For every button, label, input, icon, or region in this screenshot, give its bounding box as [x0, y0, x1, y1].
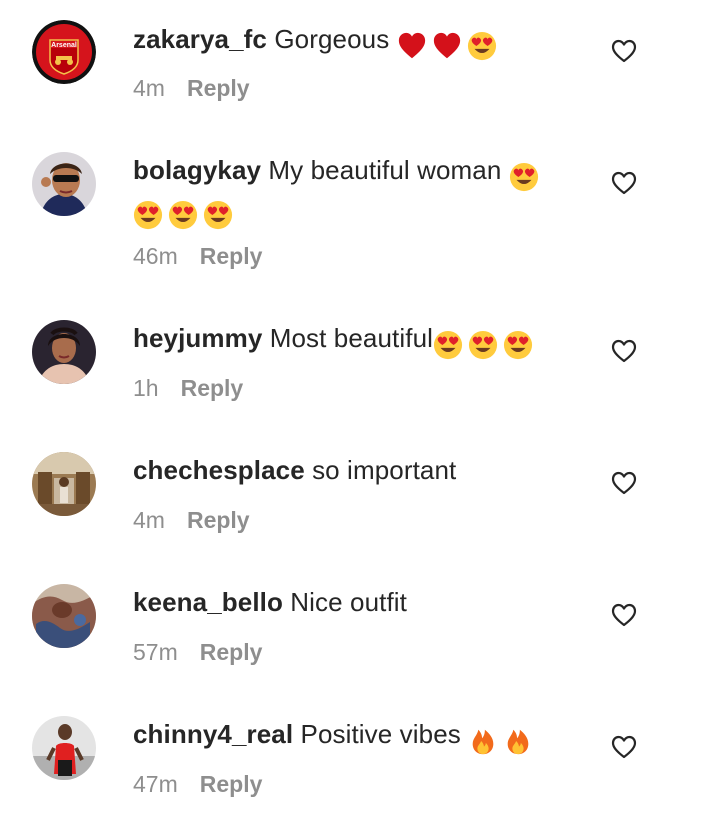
comment-time: 46m	[133, 243, 178, 269]
heart-eyes-emoji-icon	[168, 200, 198, 230]
avatar[interactable]	[32, 152, 96, 216]
heart-outline-icon[interactable]	[610, 169, 638, 197]
heart-eyes-emoji-icon	[467, 31, 497, 61]
emoji-group	[433, 325, 538, 362]
heart-outline-icon[interactable]	[610, 469, 638, 497]
comment-meta: 47m Reply	[133, 769, 262, 799]
fire-emoji-icon	[468, 726, 498, 756]
heart-outline-icon[interactable]	[610, 733, 638, 761]
avatar[interactable]	[32, 584, 96, 648]
heart-eyes-emoji-icon	[509, 162, 539, 192]
heart-eyes-emoji-icon	[503, 330, 533, 360]
comment-text: chinny4_real Positive vibes	[133, 716, 583, 758]
comment-username[interactable]: zakarya_fc	[133, 24, 267, 54]
comment-body: My beautiful woman	[268, 155, 502, 185]
comment-meta: 1h Reply	[133, 373, 243, 403]
comment-text: bolagykay My beautiful woman	[133, 152, 583, 194]
comment-text: heyjummy Most beautiful	[133, 320, 583, 362]
comment-meta: 4m Reply	[133, 73, 250, 103]
emoji-group	[133, 195, 238, 232]
avatar[interactable]	[32, 452, 96, 516]
heart-eyes-emoji-icon	[433, 330, 463, 360]
comment-time: 4m	[133, 75, 165, 101]
heart-emoji-icon	[432, 31, 462, 61]
reply-button[interactable]: Reply	[181, 375, 244, 401]
comment-text: zakarya_fc Gorgeous	[133, 21, 583, 63]
comment-time: 47m	[133, 771, 178, 797]
comment-time: 4m	[133, 507, 165, 533]
comment-body: Nice outfit	[290, 587, 407, 617]
comment-time: 57m	[133, 639, 178, 665]
heart-emoji-icon	[397, 31, 427, 61]
reply-button[interactable]: Reply	[200, 243, 263, 269]
emoji-group	[509, 157, 544, 194]
heart-eyes-emoji-icon	[468, 330, 498, 360]
heart-outline-icon[interactable]	[610, 337, 638, 365]
comment-username[interactable]: chinny4_real	[133, 719, 293, 749]
avatar[interactable]: Arsenal	[32, 20, 96, 84]
heart-eyes-emoji-icon	[133, 200, 163, 230]
comment-body: Positive vibes	[300, 719, 461, 749]
fire-emoji-icon	[503, 726, 533, 756]
comment-time: 1h	[133, 375, 159, 401]
comment-meta: 57m Reply	[133, 637, 262, 667]
reply-button[interactable]: Reply	[200, 639, 263, 665]
comment-username[interactable]: keena_bello	[133, 587, 283, 617]
avatar[interactable]	[32, 320, 96, 384]
reply-button[interactable]: Reply	[200, 771, 263, 797]
reply-button[interactable]: Reply	[187, 507, 250, 533]
comment-text: chechesplace so important	[133, 452, 583, 489]
emoji-group	[397, 26, 502, 63]
comment-meta: 46m Reply	[133, 241, 262, 271]
emoji-group	[468, 721, 538, 758]
comment-username[interactable]: heyjummy	[133, 323, 262, 353]
avatar-logo-text: Arsenal	[51, 42, 77, 49]
comment-username[interactable]: chechesplace	[133, 455, 305, 485]
comment-body: so important	[312, 455, 457, 485]
heart-outline-icon[interactable]	[610, 601, 638, 629]
comment-body: Gorgeous	[274, 24, 390, 54]
comment-username[interactable]: bolagykay	[133, 155, 261, 185]
heart-outline-icon[interactable]	[610, 37, 638, 65]
reply-button[interactable]: Reply	[187, 75, 250, 101]
heart-eyes-emoji-icon	[203, 200, 233, 230]
comment-text-continued	[133, 190, 583, 232]
comment-body: Most beautiful	[269, 323, 433, 353]
avatar[interactable]	[32, 716, 96, 780]
comment-text: keena_bello Nice outfit	[133, 584, 583, 621]
comment-meta: 4m Reply	[133, 505, 250, 535]
